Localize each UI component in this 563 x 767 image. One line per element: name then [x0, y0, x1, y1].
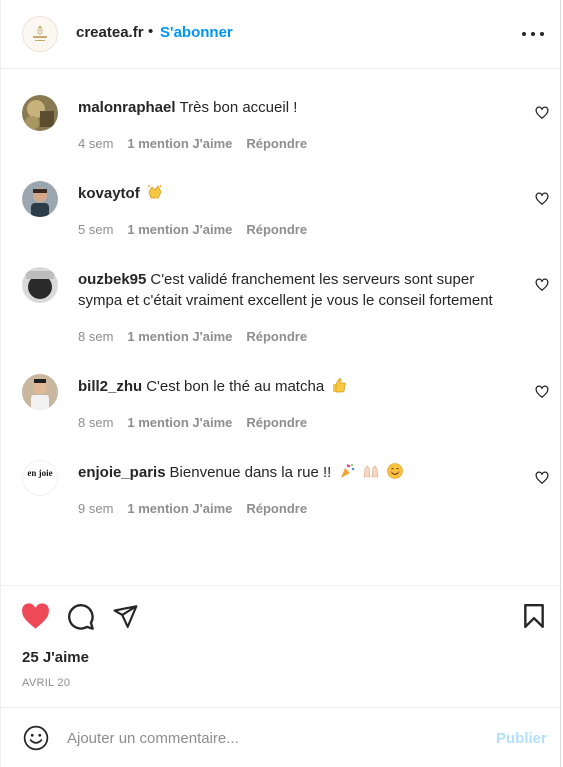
- likes-count[interactable]: 25 J'aime: [22, 649, 89, 666]
- comment-username[interactable]: ouzbek95: [78, 271, 146, 288]
- post-header: createa.fr • S'abonner: [1, 0, 562, 69]
- reply-button[interactable]: Répondre: [246, 329, 307, 344]
- smiling-face-icon: [387, 463, 404, 479]
- follow-button[interactable]: S'abonner: [160, 24, 233, 41]
- comment-meta: 5 sem 1 mention J'aime Répondre: [78, 222, 321, 237]
- comment-meta: 8 sem 1 mention J'aime Répondre: [78, 415, 321, 430]
- comment-body: Bienvenue dans la rue !!: [169, 464, 332, 481]
- comment-text-block: bill2_zhu C'est bon le thé au matcha: [78, 376, 518, 397]
- comment-likes[interactable]: 1 mention J'aime: [127, 501, 232, 516]
- add-comment-bar: Publier: [1, 707, 562, 767]
- reply-button[interactable]: Répondre: [246, 136, 307, 151]
- separator-dot: •: [148, 23, 154, 40]
- reply-button[interactable]: Répondre: [246, 501, 307, 516]
- emoji-picker-icon[interactable]: [23, 725, 49, 751]
- comment-age: 4 sem: [78, 136, 114, 151]
- comment-likes[interactable]: 1 mention J'aime: [127, 329, 232, 344]
- avatar[interactable]: [22, 267, 58, 303]
- share-icon[interactable]: [112, 603, 139, 629]
- comment-body: C'est bon le thé au matcha: [146, 378, 325, 395]
- comment-text-block: kovaytof: [78, 183, 518, 204]
- comment-likes[interactable]: 1 mention J'aime: [127, 415, 232, 430]
- post-date[interactable]: AVRIL 20: [22, 677, 70, 689]
- comment-meta: 4 sem 1 mention J'aime Répondre: [78, 136, 321, 151]
- comment-text-block: malonraphael Très bon accueil !: [78, 97, 518, 118]
- comment-likes[interactable]: 1 mention J'aime: [127, 222, 232, 237]
- comment-username[interactable]: bill2_zhu: [78, 378, 142, 395]
- comment-age: 8 sem: [78, 329, 114, 344]
- comment-text-block: ouzbek95 C'est validé franchement les ser…: [78, 269, 518, 311]
- party-popper-icon: [339, 463, 355, 479]
- avatar[interactable]: en joie: [22, 460, 58, 496]
- comment-text-block: enjoie_paris Bienvenue dans la rue !!: [78, 462, 518, 483]
- thumbs-up-icon: [331, 377, 347, 393]
- comment-age: 9 sem: [78, 501, 114, 516]
- like-comment-heart-icon[interactable]: [535, 192, 549, 206]
- like-comment-heart-icon[interactable]: [535, 278, 549, 292]
- comment-age: 5 sem: [78, 222, 114, 237]
- comment-input[interactable]: [67, 727, 467, 749]
- post-panel: createa.fr • S'abonner malonraphael Très …: [0, 0, 562, 767]
- account-avatar[interactable]: [22, 16, 58, 52]
- comment-meta: 8 sem 1 mention J'aime Répondre: [78, 329, 321, 344]
- avatar[interactable]: [22, 181, 58, 217]
- comment-likes[interactable]: 1 mention J'aime: [127, 136, 232, 151]
- svg-text:en joie: en joie: [27, 468, 52, 478]
- more-options-icon[interactable]: [522, 24, 544, 44]
- comment-username[interactable]: enjoie_paris: [78, 464, 166, 481]
- comment-meta: 9 sem 1 mention J'aime Répondre: [78, 501, 321, 516]
- reply-button[interactable]: Répondre: [246, 222, 307, 237]
- liked-heart-icon[interactable]: [21, 603, 50, 630]
- comment-body: Très bon accueil !: [179, 99, 298, 116]
- avatar[interactable]: [22, 95, 58, 131]
- post-actions: [1, 585, 562, 707]
- comment-icon[interactable]: [67, 603, 95, 631]
- like-comment-heart-icon[interactable]: [535, 106, 549, 120]
- reply-button[interactable]: Répondre: [246, 415, 307, 430]
- save-bookmark-icon[interactable]: [523, 603, 545, 629]
- publish-button[interactable]: Publier: [496, 730, 547, 747]
- comment-username[interactable]: kovaytof: [78, 185, 140, 202]
- account-name[interactable]: createa.fr: [76, 24, 144, 41]
- like-comment-heart-icon[interactable]: [535, 471, 549, 485]
- clapping-hands-icon: [147, 184, 163, 200]
- createa-logo-icon: [24, 18, 56, 50]
- raising-hands-icon: [363, 463, 379, 479]
- enjoie-logo-icon: en joie: [23, 461, 57, 495]
- like-comment-heart-icon[interactable]: [535, 385, 549, 399]
- comment-age: 8 sem: [78, 415, 114, 430]
- comment-username[interactable]: malonraphael: [78, 99, 176, 116]
- avatar[interactable]: [22, 374, 58, 410]
